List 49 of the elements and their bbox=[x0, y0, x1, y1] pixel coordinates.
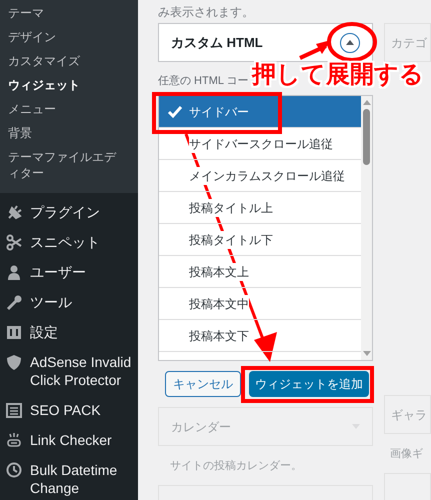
area-option[interactable]: メインカラムスクロール追従 bbox=[159, 160, 361, 192]
menu-item[interactable]: ツール bbox=[30, 293, 135, 311]
widget-title: ギャラ bbox=[391, 406, 427, 424]
widget-description: 任意の HTML コー bbox=[158, 74, 249, 89]
list-icon bbox=[6, 402, 22, 419]
toggle-button[interactable] bbox=[340, 32, 360, 52]
widget-header[interactable]: カスタム HTML bbox=[158, 23, 373, 62]
area-option[interactable]: 投稿タイトル上 bbox=[159, 192, 361, 224]
scrollbar[interactable] bbox=[361, 96, 372, 360]
area-option[interactable]: 投稿タイトル下 bbox=[159, 224, 361, 256]
widget-description: サイトの投稿カレンダー。 bbox=[170, 459, 302, 474]
scissors-icon bbox=[6, 234, 22, 251]
menu-item[interactable]: ユーザー bbox=[30, 263, 135, 281]
sliders-icon bbox=[6, 324, 22, 341]
cancel-button[interactable]: キャンセル bbox=[165, 371, 241, 397]
menu-item[interactable]: スニペット bbox=[30, 233, 135, 251]
link-icon bbox=[6, 432, 22, 449]
submenu-item[interactable]: カスタマイズ bbox=[0, 49, 132, 73]
highlight-ellipse bbox=[327, 22, 377, 62]
clock-icon bbox=[6, 462, 22, 479]
annotation-text: 押して展開する bbox=[252, 60, 424, 90]
check-icon bbox=[167, 104, 183, 118]
area-option[interactable]: サイドバー bbox=[159, 96, 361, 128]
add-widget-button[interactable]: ウィジェットを追加 bbox=[249, 371, 369, 397]
wrench-icon bbox=[6, 294, 22, 311]
widget-title: カレンダー bbox=[171, 418, 231, 436]
menu-item[interactable]: SEO PACK bbox=[30, 401, 135, 419]
area-listbox[interactable]: サイドバー サイドバースクロール追従 メインカラムスクロール追従 投稿タイトル上 投稿タイトル下 投稿本文上 投稿本文中 投稿本文下 bbox=[158, 95, 373, 361]
menu-item[interactable]: AdSense Invalid Click Protector bbox=[30, 353, 135, 389]
submenu-item[interactable]: メニュー bbox=[0, 97, 132, 121]
menu-item[interactable]: 設定 bbox=[30, 323, 135, 341]
user-icon bbox=[6, 264, 22, 281]
submenu-item[interactable]: 背景 bbox=[0, 121, 132, 145]
submenu-item[interactable]: テーマ bbox=[0, 1, 132, 25]
menu-item[interactable]: Link Checker bbox=[30, 431, 135, 449]
widget-note: み表示されます。 bbox=[158, 5, 254, 19]
shield-icon bbox=[6, 354, 22, 371]
plug-icon bbox=[6, 204, 22, 221]
submenu-item[interactable]: ウィジェット bbox=[0, 73, 132, 97]
menu-item[interactable]: Bulk Datetime Change bbox=[30, 461, 135, 497]
area-option[interactable]: 投稿本文中 bbox=[159, 288, 361, 320]
widget-title: カスタム HTML bbox=[171, 34, 263, 52]
submenu-item[interactable]: デザイン bbox=[0, 25, 132, 49]
area-option[interactable]: 投稿本文上 bbox=[159, 256, 361, 288]
area-option[interactable]: サイドバースクロール追従 bbox=[159, 128, 361, 160]
submenu-item[interactable]: テーマファイルエディター bbox=[0, 145, 132, 185]
widget-description: 画像ギ bbox=[390, 447, 423, 462]
widget-title: カテゴ bbox=[391, 34, 427, 52]
menu-item[interactable]: プラグイン bbox=[30, 203, 135, 221]
